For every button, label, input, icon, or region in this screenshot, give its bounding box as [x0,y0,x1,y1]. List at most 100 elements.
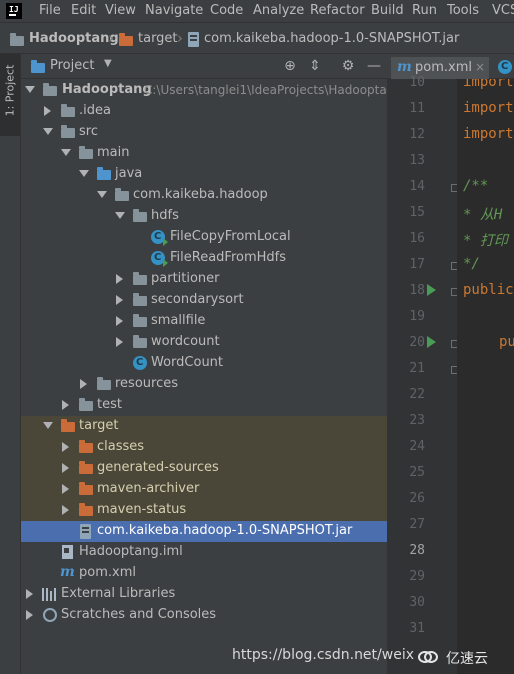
expand-arrow-icon[interactable] [116,316,123,326]
menu-view[interactable]: View [105,3,136,18]
line-number: 14 [409,179,425,194]
resources-folder-icon [97,377,111,390]
code-editor[interactable]: import import import /** * 从H * 打印 */ pu… [457,79,514,674]
close-icon[interactable]: × [475,60,485,74]
tree-item-label: partitioner [151,271,220,286]
menu-build[interactable]: Build [371,3,404,18]
collapse-all-icon[interactable]: ⇕ [307,58,323,74]
menu-file[interactable]: File [39,3,61,18]
tree-item-main[interactable]: main [21,143,387,164]
expand-arrow-icon[interactable] [61,149,71,156]
expand-arrow-icon[interactable] [116,337,123,347]
locate-target-icon[interactable]: ⊕ [282,58,298,74]
tree-item-jar[interactable]: com.kaikeba.hadoop-1.0-SNAPSHOT.jar [21,521,387,542]
package-icon [133,209,147,222]
tree-item-maven-archiver[interactable]: maven-archiver [21,479,387,500]
tree-item-iml[interactable]: Hadooptang.iml [21,542,387,563]
line-number: 19 [409,309,425,324]
expand-arrow-icon[interactable] [62,400,69,410]
expand-arrow-icon[interactable] [26,589,33,599]
folder-icon [61,125,75,138]
expand-arrow-icon[interactable] [26,610,33,620]
tree-item-resources[interactable]: resources [21,374,387,395]
tree-item-generated-sources[interactable]: generated-sources [21,458,387,479]
tree-item-filecopyfromlocal[interactable]: FileCopyFromLocal [21,227,387,248]
menu-tools[interactable]: Tools [447,3,479,18]
tree-item-root[interactable]: Hadooptang C:\Users\tanglei1\IdeaProject… [21,80,387,101]
tree-item-maven-status[interactable]: maven-status [21,500,387,521]
breadcrumb-target[interactable]: target [138,31,178,46]
project-view-selector[interactable]: Project [50,58,94,73]
tree-item-smallfile[interactable]: smallfile [21,311,387,332]
menu-analyze[interactable]: Analyze [253,3,304,18]
tree-item-label: com.kaikeba.hadoop [133,187,268,202]
menu-code[interactable]: Code [210,3,243,18]
expand-arrow-icon[interactable] [116,274,123,284]
tree-item-label: .idea [79,103,111,118]
tree-item-secondarysort[interactable]: secondarysort [21,290,387,311]
tree-item-wordcount[interactable]: wordcount [21,332,387,353]
line-number: 15 [409,205,425,220]
expand-arrow-icon[interactable] [62,484,69,494]
java-class-icon [133,356,147,370]
line-number: 10 [409,75,425,90]
tree-item-classes[interactable]: classes [21,437,387,458]
tree-item-package[interactable]: com.kaikeba.hadoop [21,185,387,206]
expand-arrow-icon[interactable] [115,212,125,219]
expand-arrow-icon[interactable] [25,86,35,93]
breadcrumb-jar[interactable]: com.kaikeba.hadoop-1.0-SNAPSHOT.jar [204,31,459,46]
expand-arrow-icon[interactable] [116,295,123,305]
hide-panel-icon[interactable]: — [366,58,382,74]
gear-icon[interactable]: ⚙ [340,58,356,74]
expand-arrow-icon[interactable] [97,191,107,198]
tree-item-partitioner[interactable]: partitioner [21,269,387,290]
tree-item-wordcount-class[interactable]: WordCount [21,353,387,374]
package-icon [133,272,147,285]
tree-item-idea[interactable]: .idea [21,101,387,122]
jar-icon [80,524,91,539]
tree-item-label: maven-status [97,502,187,517]
menu-navigate[interactable]: Navigate [145,3,203,18]
expand-arrow-icon[interactable] [44,106,51,116]
expand-arrow-icon[interactable] [79,170,89,177]
tree-item-target[interactable]: target [21,416,387,437]
tree-item-test[interactable]: test [21,395,387,416]
menu-vcs[interactable]: VCS [492,3,514,18]
package-icon [133,335,147,348]
tree-item-hdfs[interactable]: hdfs [21,206,387,227]
project-tool-tab[interactable]: 1: Project [0,54,20,136]
expand-arrow-icon[interactable] [62,463,69,473]
run-gutter-icon[interactable] [427,284,436,296]
tree-item-label: WordCount [151,355,224,370]
chevron-down-icon[interactable]: ▼ [104,58,112,69]
tree-item-src[interactable]: src [21,122,387,143]
tree-item-label: test [97,397,122,412]
expand-arrow-icon[interactable] [62,442,69,452]
editor-gutter: 10 11 12 13 14 15 16 17 18 19 20 21 22 2… [387,75,459,674]
expand-arrow-icon[interactable] [80,379,87,389]
expand-arrow-icon[interactable] [43,422,53,429]
tree-item-filereadfromhdfs[interactable]: FileReadFromHdfs [21,248,387,269]
tree-item-scratches[interactable]: Scratches and Consoles [21,605,387,626]
menu-refactor[interactable]: Refactor [310,3,365,18]
menu-run[interactable]: Run [412,3,437,18]
expand-arrow-icon[interactable] [43,128,53,135]
excluded-folder-icon [79,482,93,495]
line-number: 13 [409,153,425,168]
tree-item-external-libraries[interactable]: External Libraries [21,584,387,605]
tree-item-label: wordcount [151,334,220,349]
tree-item-path: C:\Users\tanglei1\IdeaProjects\Hadooptan… [144,83,387,97]
expand-arrow-icon[interactable] [62,505,69,515]
tree-item-pom[interactable]: m pom.xml [21,563,387,584]
line-number: 24 [409,439,425,454]
tree-item-label: maven-archiver [97,481,200,496]
java-class-icon[interactable] [498,60,512,74]
code-line: public [463,282,514,298]
code-line: import [463,100,514,116]
tree-item-java[interactable]: java [21,164,387,185]
project-view-icon [31,60,45,73]
source-folder-icon [97,167,111,180]
run-gutter-icon[interactable] [427,336,436,348]
breadcrumb-project[interactable]: Hadooptang [29,31,119,46]
menu-edit[interactable]: Edit [71,3,96,18]
